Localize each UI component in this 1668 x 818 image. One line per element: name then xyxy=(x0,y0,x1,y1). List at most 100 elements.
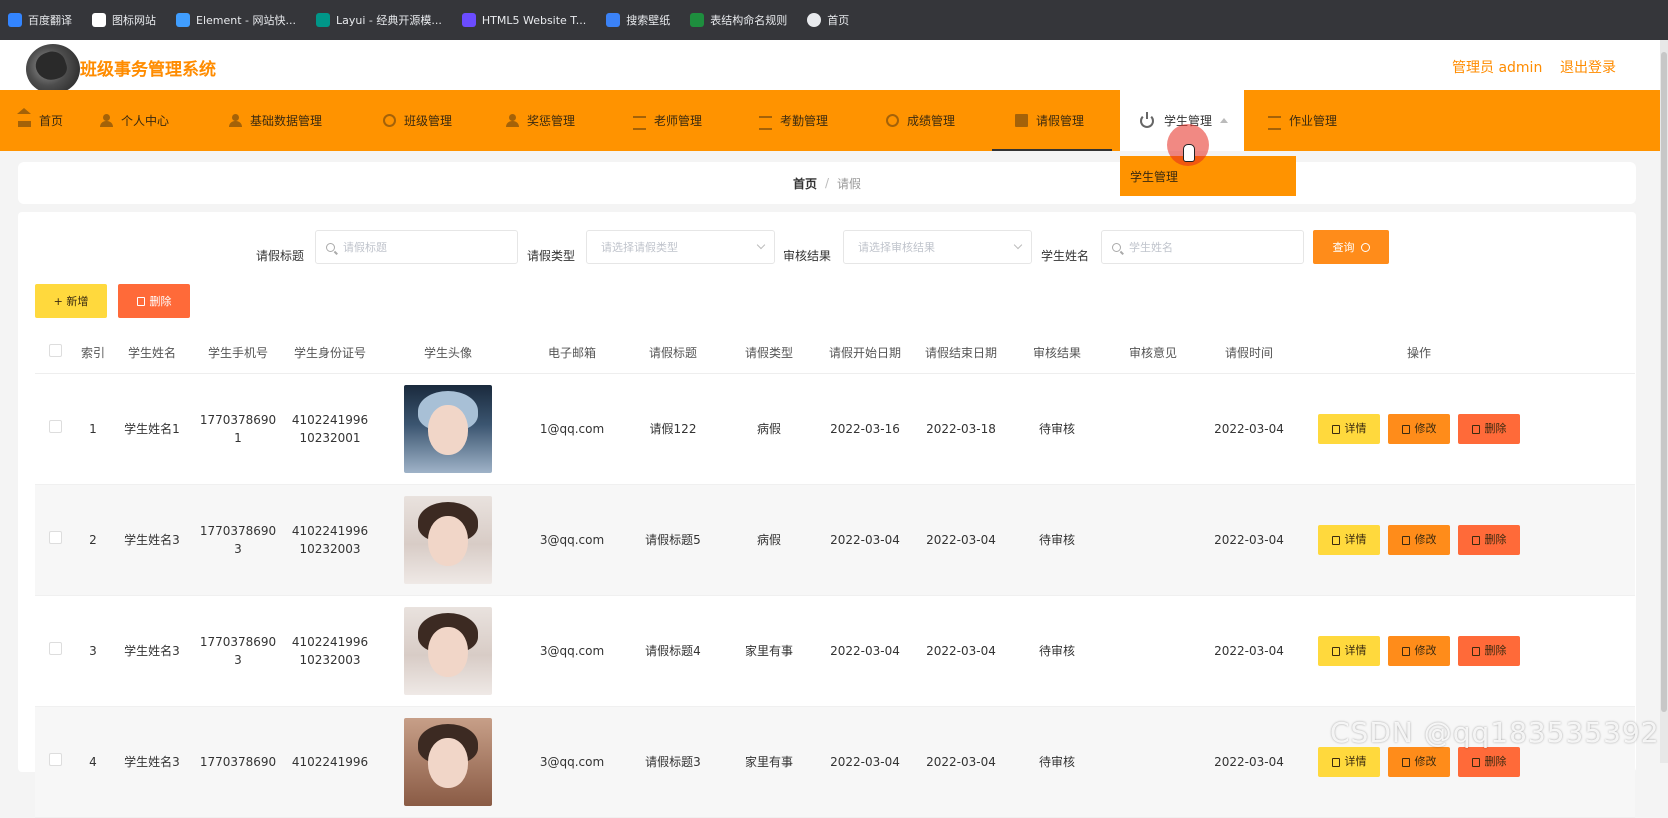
cell-index: 3 xyxy=(89,644,97,658)
column-header: 请假结束日期 xyxy=(924,345,997,360)
cell-id-card: 4102241996 10232001 xyxy=(291,413,369,445)
edit-button[interactable]: 修改 xyxy=(1388,414,1450,444)
cell-start-date: 2022-03-04 xyxy=(830,644,900,658)
cell-name: 学生姓名3 xyxy=(124,644,180,658)
cell-review-result: 待审核 xyxy=(1038,422,1075,436)
chevron-down-icon xyxy=(1013,240,1023,250)
cell-start-date: 2022-03-04 xyxy=(830,755,900,769)
bookmark-translate[interactable]: 百度翻译 xyxy=(8,12,72,28)
row-checkbox[interactable] xyxy=(48,420,62,433)
detail-button[interactable]: 详情 xyxy=(1318,636,1380,666)
bookmark-home[interactable]: 首页 xyxy=(807,12,849,28)
nav-item-homework[interactable]: 作业管理 xyxy=(1268,90,1337,151)
cell-leave-title: 请假标题5 xyxy=(645,533,701,547)
edit-button[interactable]: 修改 xyxy=(1388,747,1450,777)
nav-item-profile[interactable]: 个人中心 xyxy=(100,90,169,151)
nav-item-home[interactable]: 首页 xyxy=(17,90,63,151)
cell-leave-title: 请假122 xyxy=(649,422,697,436)
cell-review-result: 待审核 xyxy=(1038,755,1075,769)
column-header: 学生身份证号 xyxy=(293,345,366,360)
table-row: 2 学生姓名3 1770378690 3 4102241996 10232003 3… xyxy=(35,485,1635,596)
cell-leave-time: 2022-03-04 xyxy=(1214,422,1284,436)
row-checkbox[interactable] xyxy=(48,642,62,655)
detail-button[interactable]: 详情 xyxy=(1318,525,1380,555)
delete-button[interactable]: 删除 xyxy=(1458,747,1520,777)
nav-item-leave[interactable]: 请假管理 xyxy=(992,90,1112,151)
nav-item-basic-data[interactable]: 基础数据管理 xyxy=(229,90,322,151)
nav-item-attendance[interactable]: 考勤管理 xyxy=(759,90,828,151)
watermark: CSDN @qq183535392 xyxy=(1330,716,1660,749)
flag-icon xyxy=(92,13,106,27)
delete-button[interactable]: 删除 xyxy=(1458,636,1520,666)
add-button[interactable]: + 新增 xyxy=(35,284,107,318)
edit-button[interactable]: 修改 xyxy=(1388,525,1450,555)
student-avatar[interactable] xyxy=(404,496,492,584)
select-all-checkbox[interactable] xyxy=(48,343,62,357)
cell-email: 3@qq.com xyxy=(539,644,605,658)
cell-end-date: 2022-03-04 xyxy=(926,755,996,769)
leave-type-select[interactable]: 请选择请假类型 xyxy=(586,230,775,264)
row-checkbox[interactable] xyxy=(48,753,62,766)
column-header: 请假标题 xyxy=(648,345,697,360)
search-icon xyxy=(326,242,335,252)
html5-icon xyxy=(461,13,476,27)
edit-icon xyxy=(1401,646,1410,656)
cell-leave-type: 家里有事 xyxy=(744,644,793,658)
column-header: 审核意见 xyxy=(1128,345,1177,360)
trash-icon xyxy=(1471,424,1480,434)
sheet-icon xyxy=(690,13,705,27)
bookmark-naming[interactable]: 表结构命名规则 xyxy=(690,12,787,28)
cell-leave-type: 家里有事 xyxy=(744,755,793,769)
caret-up-icon xyxy=(1220,118,1229,123)
delete-button[interactable]: 删除 xyxy=(1458,414,1520,444)
delete-button[interactable]: 删除 xyxy=(1458,525,1520,555)
scrollbar-thumb[interactable] xyxy=(1661,52,1667,712)
student-avatar[interactable] xyxy=(404,607,492,695)
trash-icon xyxy=(1471,535,1480,545)
leave-title-input[interactable]: 请假标题 xyxy=(315,230,518,264)
bookmark-bar: 百度翻译 图标网站 Element - 网站快... Layui - 经典开源模… xyxy=(0,0,1668,40)
column-header: 审核结果 xyxy=(1032,345,1081,360)
trash-icon xyxy=(1471,757,1480,767)
bookmark-element[interactable]: Element - 网站快... xyxy=(176,12,296,28)
nav-dropdown-students[interactable]: 学生管理 xyxy=(1120,156,1296,196)
gear-icon xyxy=(383,114,396,127)
nav-item-rewards[interactable]: 奖惩管理 xyxy=(506,90,575,151)
bookmark-layui[interactable]: Layui - 经典开源模... xyxy=(316,12,442,28)
breadcrumb-home[interactable]: 首页 xyxy=(793,175,817,192)
leave-title-label: 请假标题 xyxy=(256,249,305,263)
element-icon xyxy=(176,13,190,27)
bookmark-wallpaper[interactable]: 搜索壁纸 xyxy=(606,12,670,28)
detail-button[interactable]: 详情 xyxy=(1318,747,1380,777)
globe-icon xyxy=(807,13,822,27)
translate-icon xyxy=(8,13,22,27)
edit-icon xyxy=(1401,424,1410,434)
breadcrumb-current: 请假 xyxy=(837,176,862,191)
batch-delete-button[interactable]: 删除 xyxy=(118,284,190,318)
cell-leave-time: 2022-03-04 xyxy=(1214,533,1284,547)
row-checkbox[interactable] xyxy=(48,531,62,544)
detail-button[interactable]: 详情 xyxy=(1318,414,1380,444)
admin-label: 管理员 admin xyxy=(1452,60,1543,76)
edit-button[interactable]: 修改 xyxy=(1388,636,1450,666)
cell-phone: 1770378690 xyxy=(199,755,277,769)
student-name-input[interactable]: 学生姓名 xyxy=(1101,230,1304,264)
nav-item-teacher[interactable]: 老师管理 xyxy=(633,90,702,151)
column-header: 请假开始日期 xyxy=(828,345,901,360)
cell-name: 学生姓名3 xyxy=(124,755,180,769)
review-result-select[interactable]: 请选择审核结果 xyxy=(843,230,1032,264)
bookmark-html5[interactable]: HTML5 Website T... xyxy=(461,13,586,27)
cell-start-date: 2022-03-16 xyxy=(830,422,900,436)
logout-link[interactable]: 退出登录 xyxy=(1560,57,1616,77)
nav-item-class[interactable]: 班级管理 xyxy=(383,90,452,151)
student-avatar[interactable] xyxy=(404,385,492,473)
bars-icon xyxy=(633,114,646,130)
column-header: 学生头像 xyxy=(423,345,472,360)
trash-icon xyxy=(136,296,145,306)
query-button[interactable]: 查询 xyxy=(1313,230,1389,264)
home-icon xyxy=(17,108,31,127)
bookmark-icons[interactable]: 图标网站 xyxy=(92,12,156,28)
column-header: 操作 xyxy=(1406,345,1431,360)
student-avatar[interactable] xyxy=(404,718,492,806)
nav-item-grades[interactable]: 成绩管理 xyxy=(886,90,955,151)
